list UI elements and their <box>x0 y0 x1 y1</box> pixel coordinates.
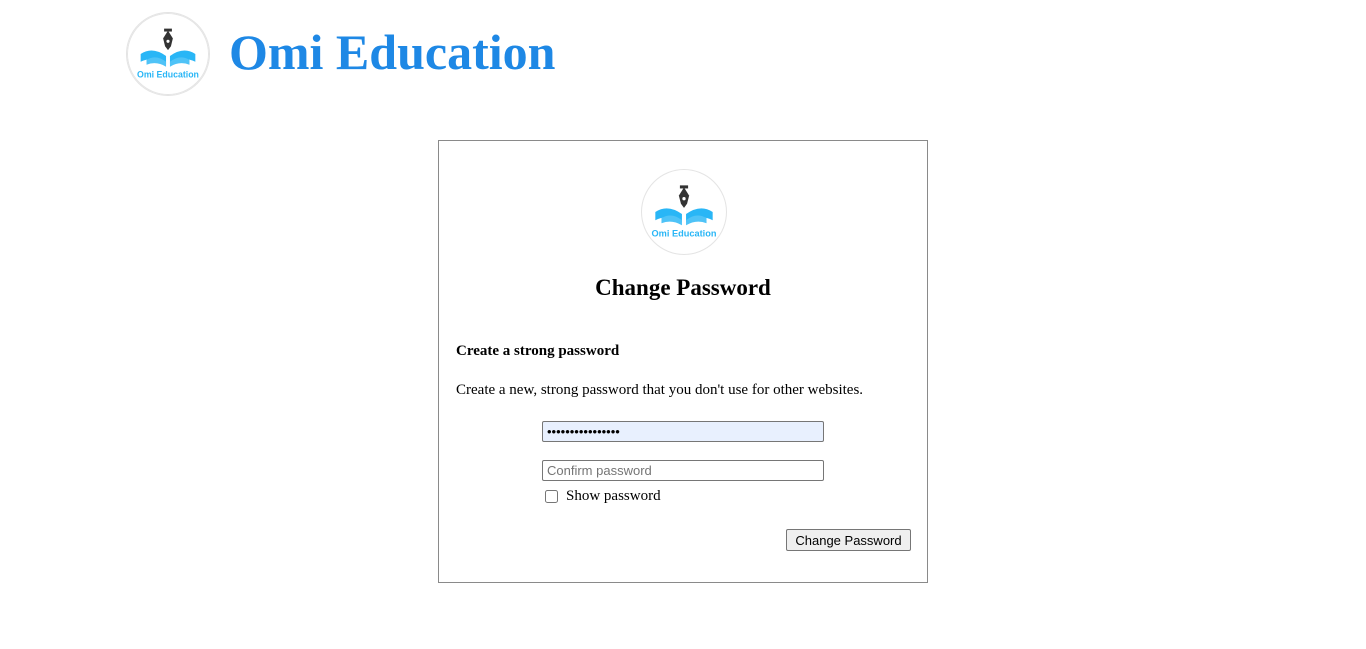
new-password-input[interactable] <box>542 421 824 442</box>
change-password-card: Omi Education Change Password Create a s… <box>438 140 928 583</box>
svg-text:Omi Education: Omi Education <box>652 229 717 239</box>
omi-education-logo-icon: Omi Education <box>126 12 210 96</box>
svg-text:Omi Education: Omi Education <box>137 69 199 79</box>
password-subheading: Create a strong password <box>456 343 620 359</box>
change-password-button[interactable]: Change Password <box>786 529 911 551</box>
show-password-checkbox[interactable] <box>545 489 558 503</box>
show-password-label: Show password <box>566 488 661 504</box>
omi-education-logo-icon: Omi Education <box>641 169 727 255</box>
site-title: Omi Education <box>229 24 556 80</box>
show-password-toggle[interactable]: Show password <box>545 486 661 506</box>
site-header: Omi Education Omi Education <box>126 11 555 97</box>
password-description: Create a new, strong password that you d… <box>456 382 864 398</box>
page-title: Change Password <box>595 275 771 300</box>
confirm-password-input[interactable] <box>542 460 824 481</box>
